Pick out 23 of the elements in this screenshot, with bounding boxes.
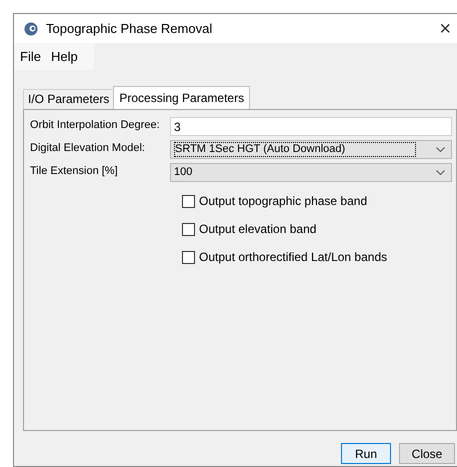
checkbox-label: Output elevation band bbox=[199, 221, 316, 238]
dialog-button[interactable]: Close bbox=[399, 443, 455, 464]
dropdown[interactable]: SRTM 1Sec HGT (Auto Download) bbox=[170, 140, 452, 159]
checkbox[interactable] bbox=[182, 194, 195, 208]
tab[interactable]: I/O Parameters bbox=[23, 89, 114, 109]
checkbox-label: Output orthorectified Lat/Lon bands bbox=[199, 249, 388, 266]
checkbox[interactable] bbox=[182, 222, 195, 236]
dropdown[interactable]: 100 bbox=[170, 163, 452, 182]
checkbox[interactable] bbox=[182, 250, 195, 264]
field-label: Digital Elevation Model: bbox=[30, 141, 146, 156]
tab[interactable]: Processing Parameters bbox=[113, 86, 250, 109]
chevron-down-icon bbox=[436, 147, 445, 152]
menu-item[interactable]: Help bbox=[46, 46, 82, 66]
close-button[interactable]: × bbox=[435, 18, 455, 38]
app-logo-icon bbox=[24, 22, 38, 36]
input-field[interactable]: 3 bbox=[170, 117, 452, 136]
window-title: Topographic Phase Removal bbox=[46, 20, 212, 38]
chevron-down-icon bbox=[436, 170, 445, 175]
checkbox-label: Output topographic phase band bbox=[199, 193, 368, 210]
field-label: Tile Extension [%] bbox=[30, 164, 119, 179]
field-label: Orbit Interpolation Degree: bbox=[30, 118, 161, 133]
dialog-button[interactable]: Run bbox=[341, 443, 391, 464]
menu-item[interactable]: File bbox=[16, 46, 45, 66]
